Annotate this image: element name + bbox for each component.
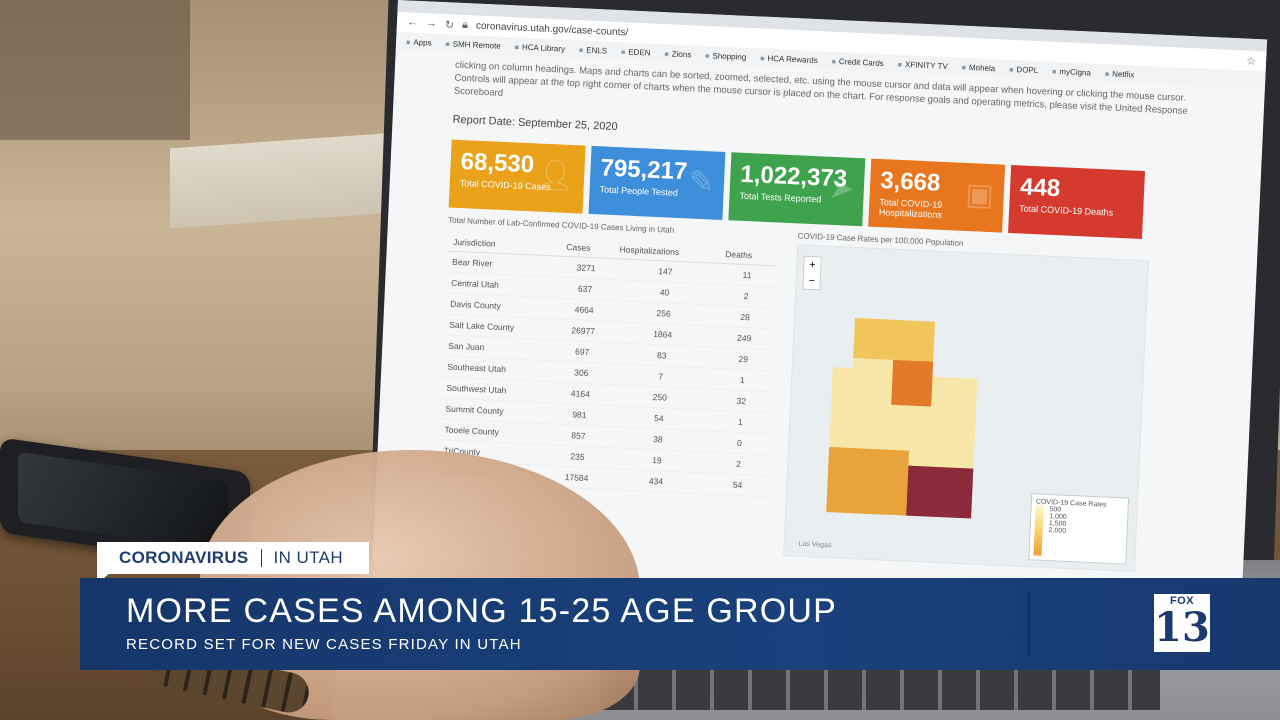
card-tests-reported: 1,022,373 Total Tests Reported ➤	[728, 152, 866, 227]
bookmark-item[interactable]: DOPL	[1009, 64, 1038, 75]
cell-cases: 981	[552, 402, 607, 427]
hospital-icon: ▣	[964, 177, 995, 213]
cell-deaths: 0	[710, 431, 769, 455]
bookmark-item[interactable]: SMH Remote	[445, 39, 501, 50]
cell-deaths: 29	[714, 347, 773, 371]
smartphone-screen	[18, 451, 228, 552]
cell-deaths: 1	[713, 368, 772, 392]
bookmark-item[interactable]: EDEN	[621, 47, 651, 57]
map-legend: COVID-19 Case Rates 500 1,000 1,500 2,00…	[1028, 493, 1130, 565]
bookmark-item[interactable]: Netflix	[1105, 69, 1135, 79]
cell-deaths: 32	[712, 389, 771, 413]
topic-tag: CORONAVIRUS IN UTAH	[97, 542, 370, 574]
case-rate-map-panel: COVID-19 Case Rates per 100,000 Populati…	[783, 231, 1157, 573]
cell-cases: 235	[550, 444, 605, 469]
fox13-logo: FOX 13	[1154, 594, 1210, 652]
test-tube-icon: ✎	[688, 165, 715, 200]
cell-deaths: 249	[714, 326, 774, 350]
cell-cases: 637	[558, 277, 613, 301]
cell-cases: 4664	[557, 298, 612, 322]
legend-values: 500 1,000 1,500 2,000	[1048, 506, 1067, 535]
cell-deaths: 54	[708, 473, 767, 497]
region-san-juan	[906, 465, 974, 519]
bookmark-item[interactable]: HCA Rewards	[760, 53, 818, 64]
cell-cases: 26977	[556, 319, 611, 343]
card-total-cases: 68,530 Total COVID-19 Cases 👤︎	[448, 139, 586, 214]
topic-tag-main: CORONAVIRUS	[119, 548, 249, 567]
legend-value: 2,000	[1048, 527, 1067, 535]
bookmark-item[interactable]: Zions	[664, 49, 692, 59]
card-value: 448	[1019, 173, 1061, 203]
cell-cases: 3271	[558, 256, 614, 280]
cell-cases: 4164	[553, 381, 608, 406]
bookmark-item[interactable]: ENLS	[579, 45, 607, 55]
topic-tag-separator	[260, 549, 262, 567]
cell-deaths: 11	[717, 263, 777, 287]
cell-hospitalizations: 434	[602, 468, 710, 495]
headline: MORE CASES AMONG 15-25 AGE GROUP	[126, 592, 838, 630]
arrow-icon: ➤	[828, 171, 855, 206]
cell-cases: 306	[554, 361, 609, 385]
map-place-label: Las Vegas	[799, 541, 832, 549]
cell-deaths: 1	[711, 410, 770, 434]
background-papers	[170, 131, 410, 229]
person-icon: 👤︎	[535, 158, 575, 194]
lock-icon: 🔒︎	[461, 18, 469, 31]
topic-tag-sub: IN UTAH	[273, 548, 344, 567]
cell-deaths: 28	[715, 305, 775, 329]
column-header-cases[interactable]: Cases	[559, 237, 615, 259]
forward-icon: →	[425, 17, 438, 30]
card-deaths: 448 Total COVID-19 Deaths	[1008, 164, 1146, 239]
subheadline: RECORD SET FOR NEW CASES FRIDAY IN UTAH	[126, 636, 522, 653]
case-rate-map[interactable]: + − Las Vegas COVID-19 Case Rates 500 1,…	[783, 244, 1149, 573]
banner-divider	[1028, 592, 1030, 656]
cell-cases: 697	[555, 340, 610, 364]
region-salt-lake	[891, 359, 934, 407]
star-icon: ☆	[1245, 55, 1257, 68]
bookmark-item[interactable]: HCA Library	[515, 42, 565, 53]
cell-deaths: 2	[716, 284, 776, 308]
legend-color-ramp	[1033, 505, 1044, 556]
bookmark-item[interactable]: Apps	[406, 37, 432, 47]
bookmark-item[interactable]: Credit Cards	[832, 56, 884, 68]
cell-deaths: 2	[709, 452, 768, 476]
back-icon: ←	[406, 16, 419, 29]
cell-cases: 857	[551, 423, 606, 448]
region-southwest	[826, 447, 910, 516]
card-people-tested: 795,217 Total People Tested ✎	[588, 145, 726, 220]
background-shelf	[0, 0, 190, 140]
region-bear-river	[853, 318, 935, 362]
reload-icon: ↻	[444, 18, 455, 32]
card-hospitalizations: 3,668 Total COVID-19 Hospitalizations ▣	[868, 158, 1006, 233]
lower-third-banner: MORE CASES AMONG 15-25 AGE GROUP RECORD …	[80, 578, 1280, 670]
bookmark-item[interactable]: myCigna	[1052, 66, 1091, 77]
bookmark-item[interactable]: XFINITY TV	[898, 59, 948, 71]
bookmark-item[interactable]: Shopping	[705, 51, 746, 62]
bookmark-item[interactable]: Mohela	[962, 62, 996, 72]
logo-number: 13	[1154, 604, 1210, 651]
